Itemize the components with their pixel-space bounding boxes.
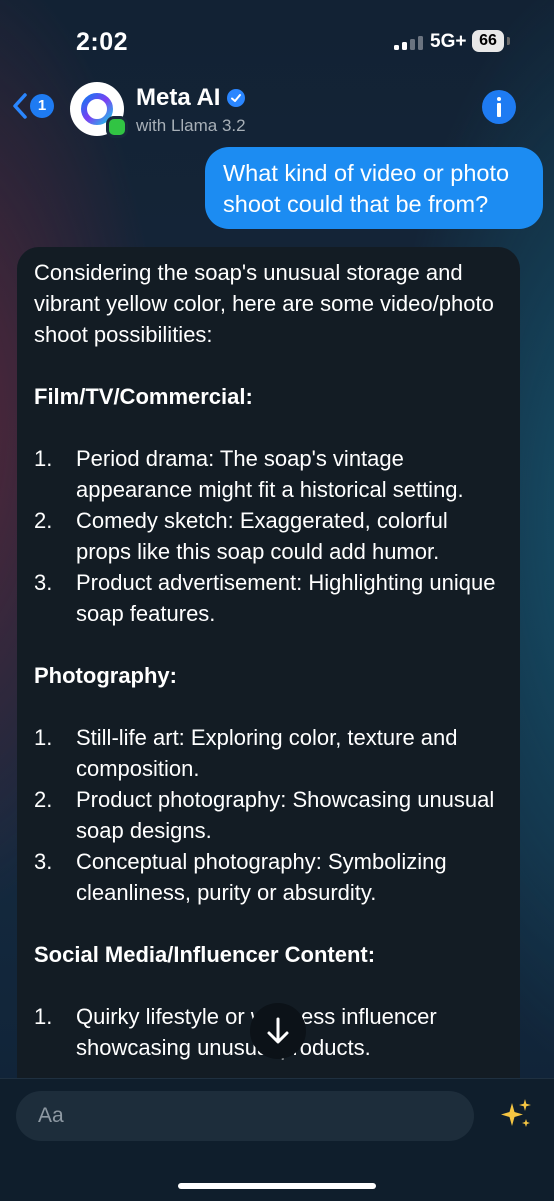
- home-indicator: [178, 1183, 376, 1189]
- list-item: 1. Period drama: The soap's vintage appea…: [34, 446, 464, 502]
- battery-tip: [507, 37, 510, 45]
- section-list: 1. Period drama: The soap's vintage appea…: [34, 443, 504, 629]
- scroll-to-bottom-button[interactable]: [250, 1003, 306, 1059]
- section-heading: Film/TV/Commercial:: [34, 384, 253, 409]
- ai-message-bubble[interactable]: Considering the soap's unusual storage a…: [17, 247, 520, 1117]
- status-time: 2:02: [76, 28, 129, 56]
- list-item: 3. Product advertisement: Highlighting un…: [34, 570, 496, 626]
- ai-message-content: Considering the soap's unusual storage a…: [34, 257, 504, 1063]
- list-item: 3. Conceptual photography: Symbolizing cl…: [34, 849, 447, 905]
- online-status-indicator: [106, 116, 128, 138]
- message-input[interactable]: Aa: [16, 1091, 474, 1141]
- ai-intro-text: Considering the soap's unusual storage a…: [34, 260, 494, 347]
- back-button[interactable]: 1: [12, 92, 54, 120]
- section-heading: Photography:: [34, 663, 177, 688]
- list-item: 2. Product photography: Showcasing unusua…: [34, 787, 495, 843]
- status-bar: 2:02 5G+ 66: [0, 0, 554, 82]
- signal-strength-icon: [394, 36, 424, 50]
- info-button[interactable]: [482, 90, 516, 124]
- bot-subtitle: with Llama 3.2: [136, 116, 246, 135]
- section-list: 1. Still-life art: Exploring color, textu…: [34, 722, 504, 908]
- sparkle-icon[interactable]: [498, 1097, 534, 1133]
- battery-icon: 66: [472, 30, 504, 52]
- list-item: 1. Still-life art: Exploring color, textu…: [34, 725, 458, 781]
- section-heading: Social Media/Influencer Content:: [34, 942, 376, 967]
- list-item: 2. Comedy sketch: Exaggerated, colorful p…: [34, 508, 448, 564]
- user-message-bubble[interactable]: What kind of video or photo shoot could …: [205, 147, 543, 229]
- chevron-left-icon: [13, 93, 27, 119]
- chat-title[interactable]: Meta AI with Llama 3.2: [136, 84, 246, 136]
- arrow-down-icon: [267, 1017, 289, 1044]
- unread-count-badge: 1: [30, 94, 54, 118]
- network-type: 5G+: [430, 31, 467, 52]
- message-composer: Aa: [0, 1078, 554, 1201]
- bot-name: Meta AI: [136, 84, 221, 111]
- verified-badge-icon: [227, 89, 246, 107]
- chat-header: 1 Meta AI with Llama 3.2: [0, 82, 554, 140]
